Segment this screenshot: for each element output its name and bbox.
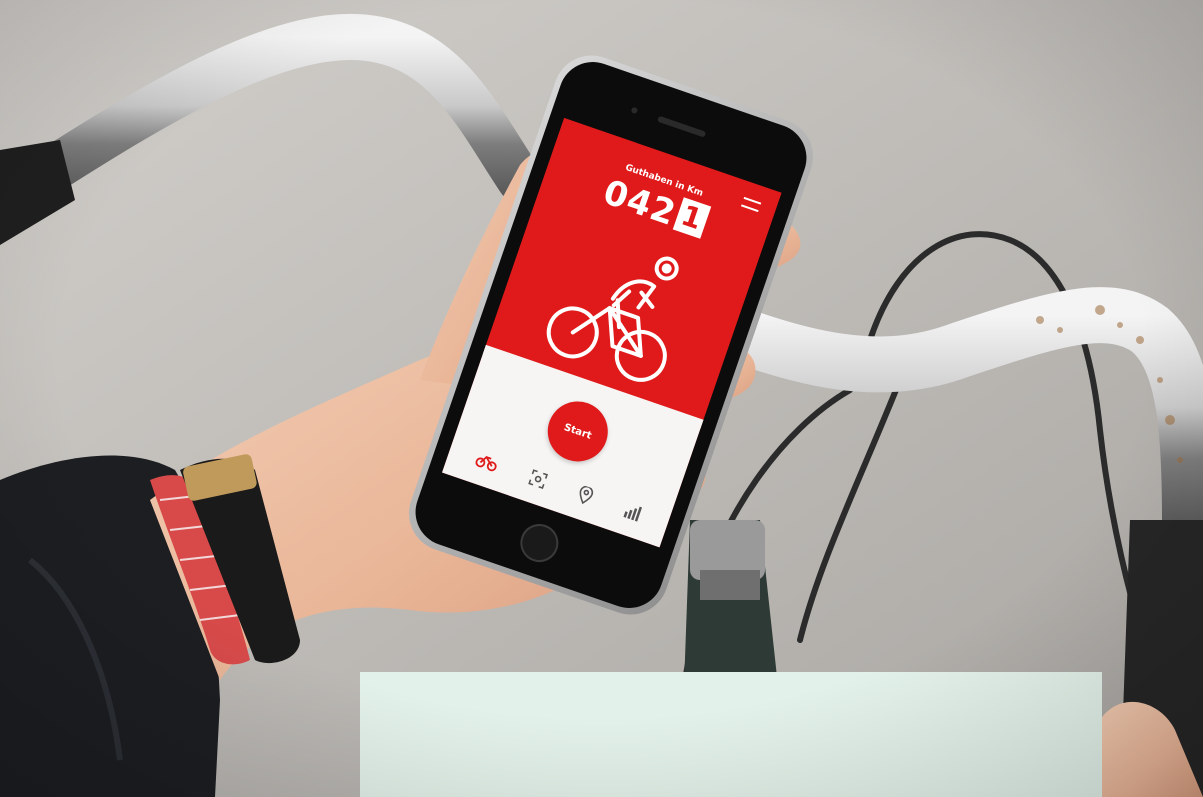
cyclist-icon [546, 256, 679, 382]
start-button[interactable]: Start [539, 393, 616, 470]
start-button-label: Start [562, 421, 594, 442]
mint-overlay-panel [360, 672, 1102, 797]
bike-icon[interactable] [474, 450, 500, 472]
scan-icon[interactable] [527, 469, 548, 489]
stats-icon[interactable] [622, 501, 644, 522]
location-pin-icon[interactable] [575, 484, 594, 506]
